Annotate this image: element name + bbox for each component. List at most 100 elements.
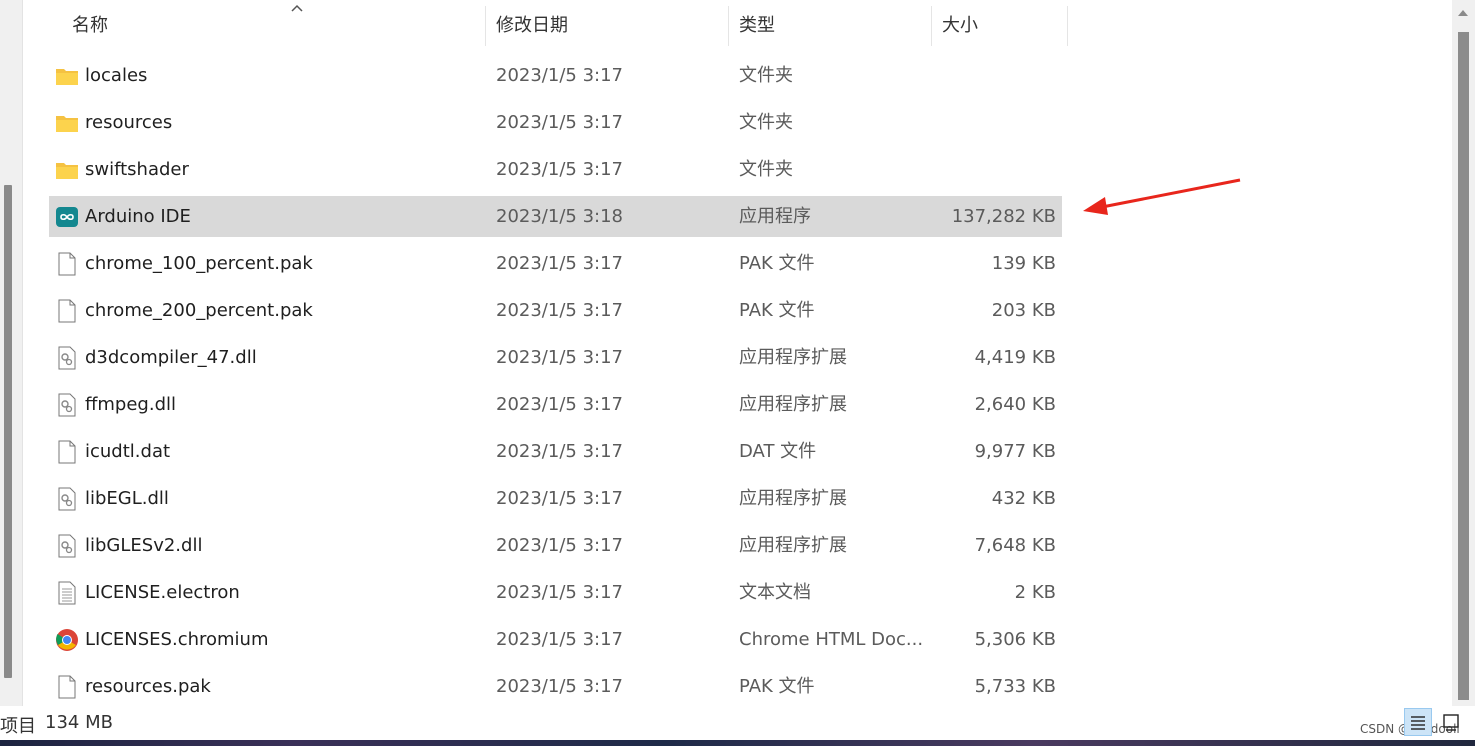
- file-type: 应用程序扩展: [739, 347, 847, 368]
- column-divider[interactable]: [931, 6, 932, 46]
- file-type: 文件夹: [739, 112, 793, 133]
- file-size: 5,733 KB: [974, 676, 1056, 697]
- file-row[interactable]: Arduino IDE 2023/1/5 3:18 应用程序 137,282 KB: [49, 196, 1062, 237]
- column-divider[interactable]: [1067, 6, 1068, 46]
- sort-ascending-icon: [288, 2, 306, 16]
- column-header-name[interactable]: 名称: [72, 0, 108, 46]
- file-type: Chrome HTML Doc...: [739, 629, 924, 650]
- file-size: 203 KB: [991, 300, 1056, 321]
- file-row[interactable]: chrome_200_percent.pak 2023/1/5 3:17 PAK 文…: [49, 290, 1062, 331]
- status-bar: 项目 134 MB CSDN @windooll: [0, 706, 1475, 740]
- file-size: 432 KB: [991, 488, 1056, 509]
- file-modified-date: 2023/1/5 3:17: [496, 112, 623, 133]
- arduino-icon: [55, 205, 79, 229]
- file-name: locales: [85, 65, 148, 86]
- file-type: 应用程序扩展: [739, 488, 847, 509]
- file-icon: [55, 440, 79, 464]
- annotation-arrow: [1083, 178, 1241, 215]
- file-modified-date: 2023/1/5 3:17: [496, 347, 623, 368]
- file-name: libEGL.dll: [85, 488, 169, 509]
- details-view-button[interactable]: [1404, 708, 1432, 736]
- file-modified-date: 2023/1/5 3:17: [496, 394, 623, 415]
- file-row[interactable]: libGLESv2.dll 2023/1/5 3:17 应用程序扩展 7,648 KB: [49, 525, 1062, 566]
- file-type: PAK 文件: [739, 253, 815, 274]
- column-header-size[interactable]: 大小: [942, 0, 978, 46]
- file-name: resources: [85, 112, 173, 133]
- file-type: 应用程序: [739, 206, 811, 227]
- file-name: swiftshader: [85, 159, 189, 180]
- file-row[interactable]: swiftshader 2023/1/5 3:17 文件夹: [49, 149, 1062, 190]
- file-modified-date: 2023/1/5 3:17: [496, 582, 623, 603]
- column-divider[interactable]: [485, 6, 486, 46]
- file-row[interactable]: icudtl.dat 2023/1/5 3:17 DAT 文件 9,977 KB: [49, 431, 1062, 472]
- status-item-count: 项目: [0, 716, 36, 737]
- navigation-pane-edge: [0, 0, 23, 706]
- details-view-icon: [1411, 716, 1425, 730]
- file-size: 139 KB: [991, 253, 1056, 274]
- vertical-scrollbar-thumb[interactable]: [1458, 32, 1469, 700]
- file-name: resources.pak: [85, 676, 211, 697]
- file-icon: [55, 675, 79, 699]
- file-modified-date: 2023/1/5 3:17: [496, 488, 623, 509]
- file-modified-date: 2023/1/5 3:17: [496, 300, 623, 321]
- column-header: 名称 修改日期 类型 大小: [22, 0, 1452, 52]
- file-modified-date: 2023/1/5 3:17: [496, 535, 623, 556]
- file-row[interactable]: resources 2023/1/5 3:17 文件夹: [49, 102, 1062, 143]
- status-selected-size: 134 MB: [45, 712, 113, 733]
- file-type: 文件夹: [739, 159, 793, 180]
- text-file-icon: [55, 581, 79, 605]
- file-row[interactable]: ffmpeg.dll 2023/1/5 3:17 应用程序扩展 2,640 KB: [49, 384, 1062, 425]
- dll-icon: [55, 487, 79, 511]
- dll-icon: [55, 346, 79, 370]
- file-name: Arduino IDE: [85, 206, 191, 227]
- column-header-type[interactable]: 类型: [739, 0, 775, 46]
- file-row[interactable]: libEGL.dll 2023/1/5 3:17 应用程序扩展 432 KB: [49, 478, 1062, 519]
- file-modified-date: 2023/1/5 3:18: [496, 206, 623, 227]
- file-name: chrome_100_percent.pak: [85, 253, 313, 274]
- file-size: 4,419 KB: [974, 347, 1056, 368]
- file-type: PAK 文件: [739, 300, 815, 321]
- file-modified-date: 2023/1/5 3:17: [496, 629, 623, 650]
- folder-icon: [55, 111, 79, 135]
- file-row[interactable]: LICENSES.chromium 2023/1/5 3:17 Chrome HTM…: [49, 619, 1062, 660]
- file-modified-date: 2023/1/5 3:17: [496, 65, 623, 86]
- vertical-scrollbar[interactable]: [1452, 0, 1475, 706]
- file-name: d3dcompiler_47.dll: [85, 347, 257, 368]
- file-type: 文本文档: [739, 582, 811, 603]
- file-size: 2 KB: [1014, 582, 1056, 603]
- file-name: libGLESv2.dll: [85, 535, 203, 556]
- file-name: LICENSE.electron: [85, 582, 240, 603]
- file-type: 应用程序扩展: [739, 535, 847, 556]
- file-size: 9,977 KB: [974, 441, 1056, 462]
- file-row[interactable]: d3dcompiler_47.dll 2023/1/5 3:17 应用程序扩展 4,4…: [49, 337, 1062, 378]
- large-icons-view-button[interactable]: [1437, 708, 1465, 736]
- column-divider[interactable]: [728, 6, 729, 46]
- scroll-up-icon[interactable]: [1458, 10, 1468, 16]
- file-row[interactable]: LICENSE.electron 2023/1/5 3:17 文本文档 2 KB: [49, 572, 1062, 613]
- file-row[interactable]: chrome_100_percent.pak 2023/1/5 3:17 PAK 文…: [49, 243, 1062, 284]
- file-size: 2,640 KB: [974, 394, 1056, 415]
- folder-icon: [55, 64, 79, 88]
- file-size: 5,306 KB: [974, 629, 1056, 650]
- file-type: 文件夹: [739, 65, 793, 86]
- chrome-icon: [55, 628, 79, 652]
- file-icon: [55, 252, 79, 276]
- file-modified-date: 2023/1/5 3:17: [496, 159, 623, 180]
- file-name: LICENSES.chromium: [85, 629, 269, 650]
- dll-icon: [55, 393, 79, 417]
- file-icon: [55, 299, 79, 323]
- folder-icon: [55, 158, 79, 182]
- file-modified-date: 2023/1/5 3:17: [496, 676, 623, 697]
- file-row[interactable]: locales 2023/1/5 3:17 文件夹: [49, 55, 1062, 96]
- file-size: 137,282 KB: [951, 206, 1056, 227]
- file-type: DAT 文件: [739, 441, 817, 462]
- column-header-date[interactable]: 修改日期: [496, 0, 568, 46]
- navigation-pane-scrollbar-thumb[interactable]: [4, 185, 12, 678]
- large-icons-view-icon: [1443, 714, 1459, 731]
- file-row[interactable]: resources.pak 2023/1/5 3:17 PAK 文件 5,733 KB: [49, 666, 1062, 707]
- file-name: chrome_200_percent.pak: [85, 300, 313, 321]
- file-modified-date: 2023/1/5 3:17: [496, 253, 623, 274]
- dll-icon: [55, 534, 79, 558]
- file-modified-date: 2023/1/5 3:17: [496, 441, 623, 462]
- file-type: PAK 文件: [739, 676, 815, 697]
